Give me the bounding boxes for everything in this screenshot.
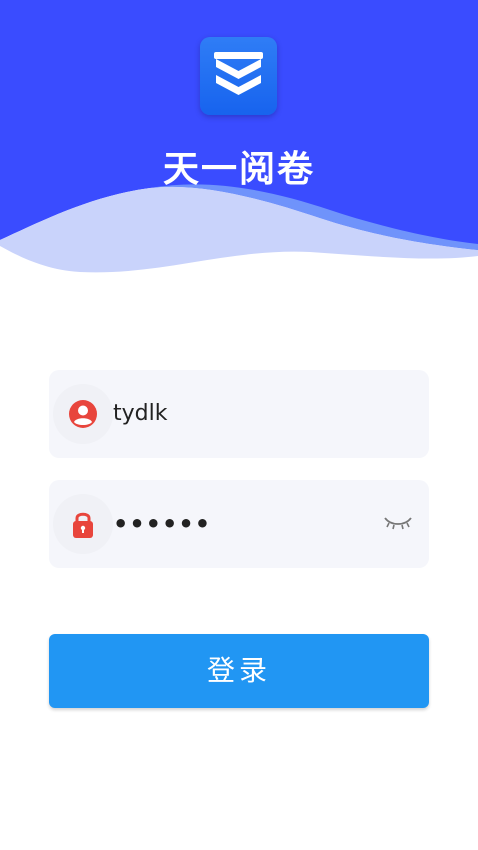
password-input[interactable]: •••••• xyxy=(113,480,211,568)
user-icon xyxy=(69,400,97,428)
app-logo xyxy=(200,37,277,115)
login-button[interactable]: 登录 xyxy=(49,634,429,708)
username-field[interactable]: tydlk xyxy=(49,370,429,458)
app-title: 天一阅卷 xyxy=(162,149,315,190)
user-icon-wrapper xyxy=(53,384,113,444)
eye-closed-icon[interactable] xyxy=(383,512,413,534)
password-field[interactable]: •••••• xyxy=(49,480,429,568)
lock-icon xyxy=(73,512,93,538)
header-banner: 天一阅卷 xyxy=(0,0,478,290)
username-input[interactable]: tydlk xyxy=(113,370,167,458)
lock-icon-wrapper xyxy=(53,494,113,554)
layered-chevron-logo-icon xyxy=(214,52,263,95)
